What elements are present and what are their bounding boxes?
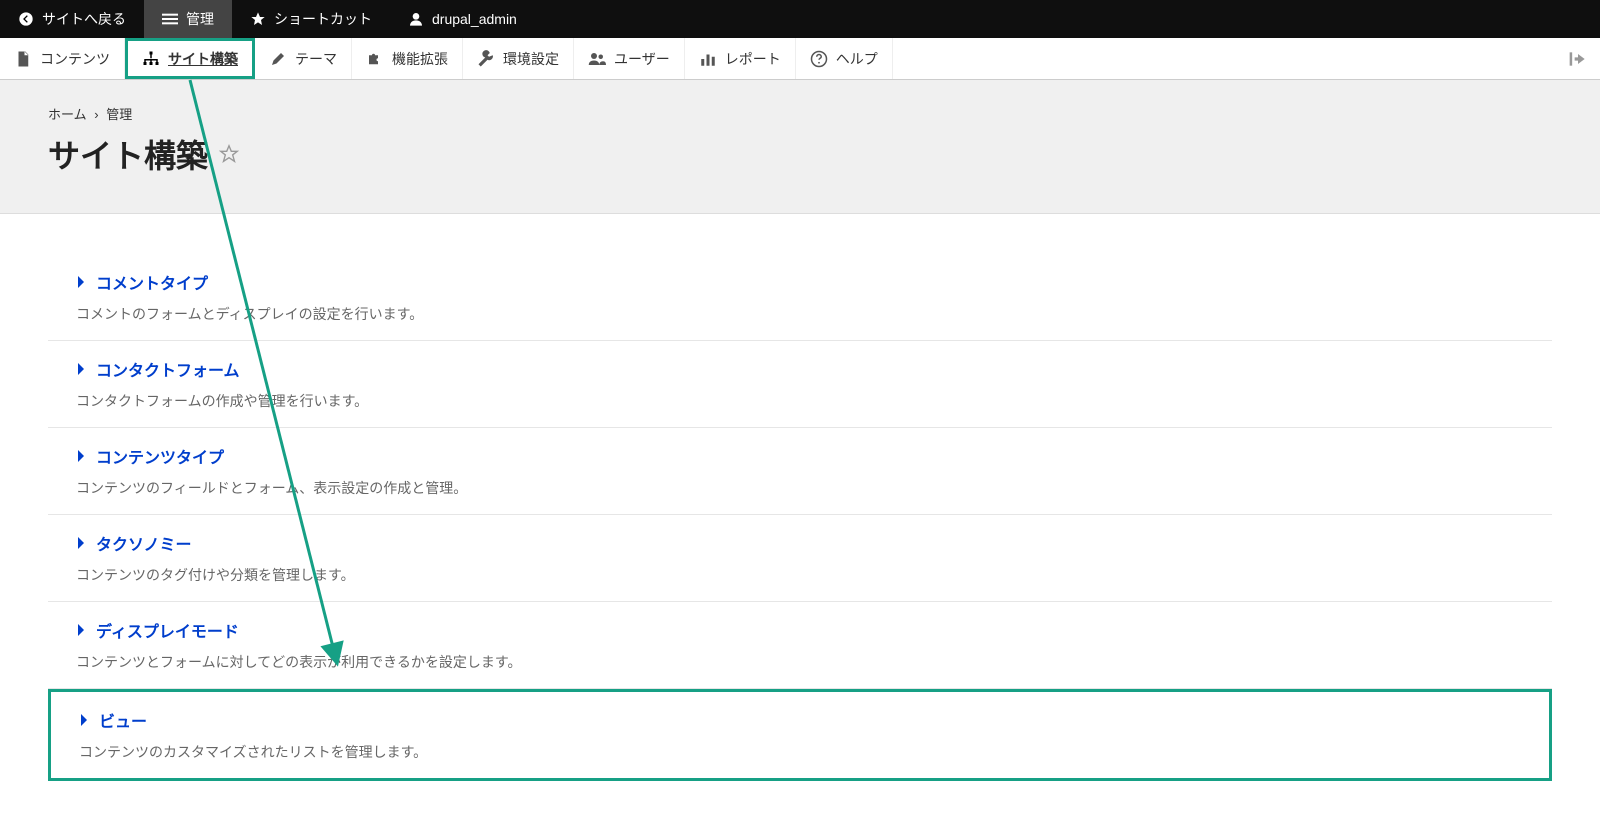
menu-appearance[interactable]: テーマ xyxy=(255,38,352,79)
chevron-right-icon xyxy=(76,449,86,463)
admin-menu: コンテンツ サイト構築 テーマ 機能拡張 環境設定 ユーザー レポート ヘルプ xyxy=(0,38,1600,80)
menu-extend-label: 機能拡張 xyxy=(392,49,448,69)
manage-label: 管理 xyxy=(186,9,214,29)
chevron-right-icon xyxy=(76,623,86,637)
breadcrumb-home[interactable]: ホーム xyxy=(48,107,87,122)
user-button[interactable]: drupal_admin xyxy=(390,0,535,38)
shortcuts-button[interactable]: ショートカット xyxy=(232,0,390,38)
user-label: drupal_admin xyxy=(432,11,517,27)
chevron-right-icon xyxy=(76,362,86,376)
list-item-link[interactable]: コメントタイプ xyxy=(76,270,1524,294)
list-item-desc: コンタクトフォームの作成や管理を行います。 xyxy=(76,391,1524,411)
list-item-link[interactable]: タクソノミー xyxy=(76,531,1524,555)
menu-content[interactable]: コンテンツ xyxy=(0,38,125,79)
menu-reports-label: レポート xyxy=(725,49,781,69)
list-item: ディスプレイモードコンテンツとフォームに対してどの表示が利用できるかを設定します… xyxy=(48,602,1552,689)
breadcrumb: ホーム › 管理 xyxy=(48,104,1552,123)
list-item: コンテンツタイプコンテンツのフィールドとフォーム、表示設定の作成と管理。 xyxy=(48,428,1552,515)
list-item-title-text: コンテンツタイプ xyxy=(96,444,224,468)
chevron-left-circle-icon xyxy=(18,11,34,27)
menu-content-label: コンテンツ xyxy=(40,49,110,69)
menu-people-label: ユーザー xyxy=(614,49,670,69)
puzzle-icon xyxy=(366,50,384,68)
tray-toggle-icon xyxy=(1568,49,1588,69)
back-to-site-button[interactable]: サイトへ戻る xyxy=(0,0,144,38)
list-item: コメントタイプコメントのフォームとディスプレイの設定を行います。 xyxy=(48,254,1552,341)
star-icon xyxy=(250,11,266,27)
menu-help-label: ヘルプ xyxy=(836,49,878,69)
chevron-right-icon xyxy=(76,275,86,289)
list-item: ビューコンテンツのカスタマイズされたリストを管理します。 xyxy=(48,689,1552,781)
menu-structure-label: サイト構築 xyxy=(168,49,238,69)
menu-config[interactable]: 環境設定 xyxy=(463,38,574,79)
tray-toggle-button[interactable] xyxy=(1556,38,1600,79)
list-item-desc: コンテンツのフィールドとフォーム、表示設定の作成と管理。 xyxy=(76,478,1524,498)
content-area: コメントタイプコメントのフォームとディスプレイの設定を行います。コンタクトフォー… xyxy=(0,214,1600,821)
list-item-desc: コンテンツのタグ付けや分類を管理します。 xyxy=(76,565,1524,585)
header-area: ホーム › 管理 サイト構築 xyxy=(0,80,1600,214)
structure-icon xyxy=(142,50,160,68)
people-icon xyxy=(588,50,606,68)
list-item-desc: コンテンツとフォームに対してどの表示が利用できるかを設定します。 xyxy=(76,652,1524,672)
shortcuts-label: ショートカット xyxy=(274,9,372,29)
toolbar-bar: サイトへ戻る 管理 ショートカット drupal_admin xyxy=(0,0,1600,38)
list-item-title-text: タクソノミー xyxy=(96,531,192,555)
file-icon xyxy=(14,50,32,68)
page-title: サイト構築 xyxy=(48,131,1552,177)
list-item-link[interactable]: ディスプレイモード xyxy=(76,618,1524,642)
menu-people[interactable]: ユーザー xyxy=(574,38,685,79)
list-item-title-text: コンタクトフォーム xyxy=(96,357,240,381)
list-item-title-text: ディスプレイモード xyxy=(96,618,239,642)
help-icon xyxy=(810,50,828,68)
menu-config-label: 環境設定 xyxy=(503,49,559,69)
paintbrush-icon xyxy=(269,50,287,68)
menu-appearance-label: テーマ xyxy=(295,49,337,69)
breadcrumb-separator: › xyxy=(94,107,98,122)
list-item-desc: コメントのフォームとディスプレイの設定を行います。 xyxy=(76,304,1524,324)
wrench-icon xyxy=(477,50,495,68)
user-icon xyxy=(408,11,424,27)
chevron-right-icon xyxy=(76,536,86,550)
list-item-title-text: コメントタイプ xyxy=(96,270,208,294)
list-item-title-text: ビュー xyxy=(99,708,147,732)
back-to-site-label: サイトへ戻る xyxy=(42,9,126,29)
list-item-link[interactable]: コンタクトフォーム xyxy=(76,357,1524,381)
menu-structure[interactable]: サイト構築 xyxy=(125,38,255,79)
list-item-link[interactable]: コンテンツタイプ xyxy=(76,444,1524,468)
chevron-right-icon xyxy=(79,713,89,727)
list-item-link[interactable]: ビュー xyxy=(79,708,1521,732)
menu-help[interactable]: ヘルプ xyxy=(796,38,893,79)
list-item: コンタクトフォームコンタクトフォームの作成や管理を行います。 xyxy=(48,341,1552,428)
list-item: タクソノミーコンテンツのタグ付けや分類を管理します。 xyxy=(48,515,1552,602)
star-outline-icon[interactable] xyxy=(218,143,240,165)
breadcrumb-admin[interactable]: 管理 xyxy=(106,107,132,122)
manage-button[interactable]: 管理 xyxy=(144,0,232,38)
list-item-desc: コンテンツのカスタマイズされたリストを管理します。 xyxy=(79,742,1521,762)
menu-extend[interactable]: 機能拡張 xyxy=(352,38,463,79)
hamburger-icon xyxy=(162,11,178,27)
page-title-text: サイト構築 xyxy=(48,131,208,177)
admin-spacer xyxy=(893,38,1556,79)
bar-chart-icon xyxy=(699,50,717,68)
menu-reports[interactable]: レポート xyxy=(685,38,796,79)
